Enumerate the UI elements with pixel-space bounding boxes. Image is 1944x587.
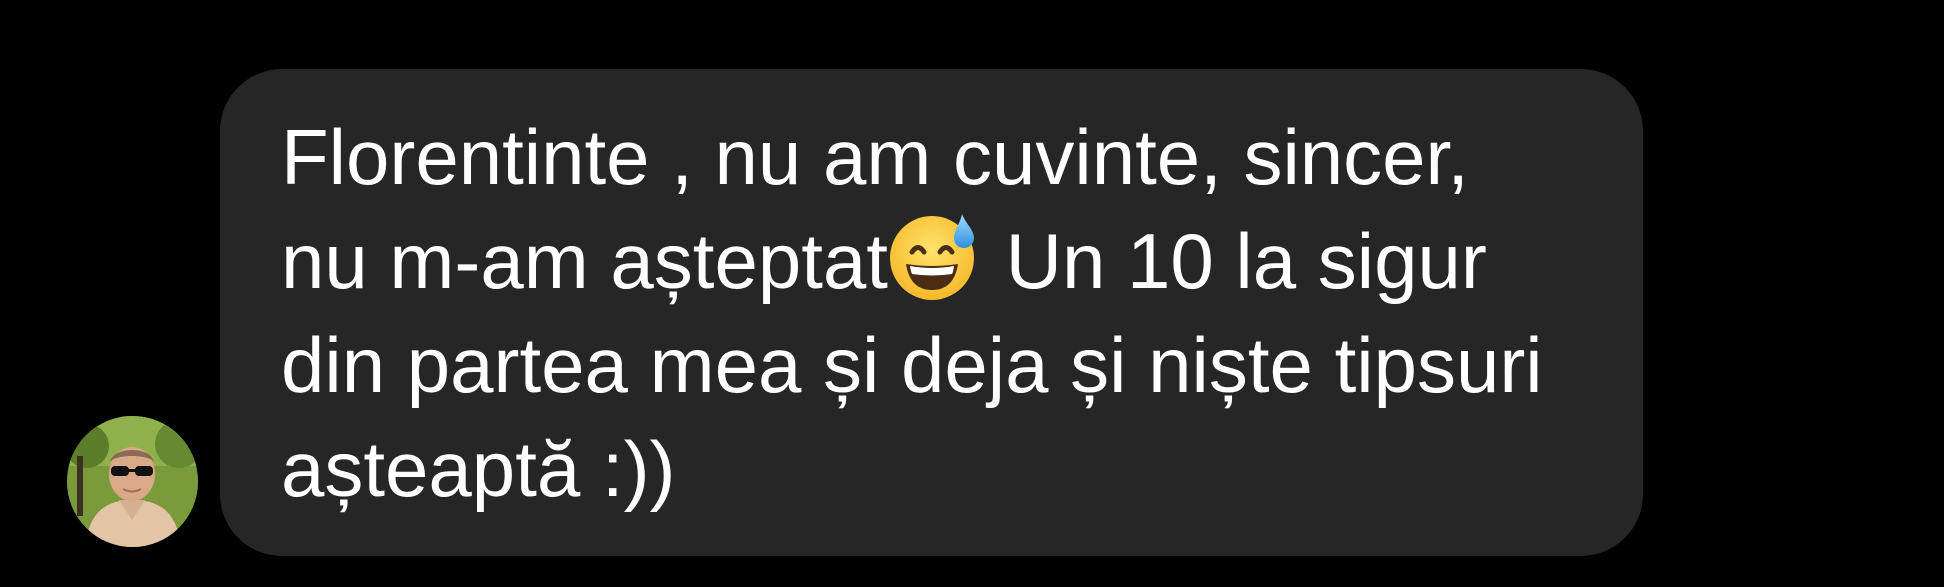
message-bubble[interactable]: Florentinte , nu am cuvinte, sincer, nu … — [220, 69, 1643, 556]
message-text: Florentinte , nu am cuvinte, sincer, nu … — [281, 105, 1593, 521]
avatar[interactable] — [67, 416, 198, 547]
avatar-photo-icon — [67, 416, 198, 547]
grinning-face-with-sweat-icon — [888, 210, 980, 302]
message-row: Florentinte , nu am cuvinte, sincer, nu … — [0, 0, 1944, 587]
